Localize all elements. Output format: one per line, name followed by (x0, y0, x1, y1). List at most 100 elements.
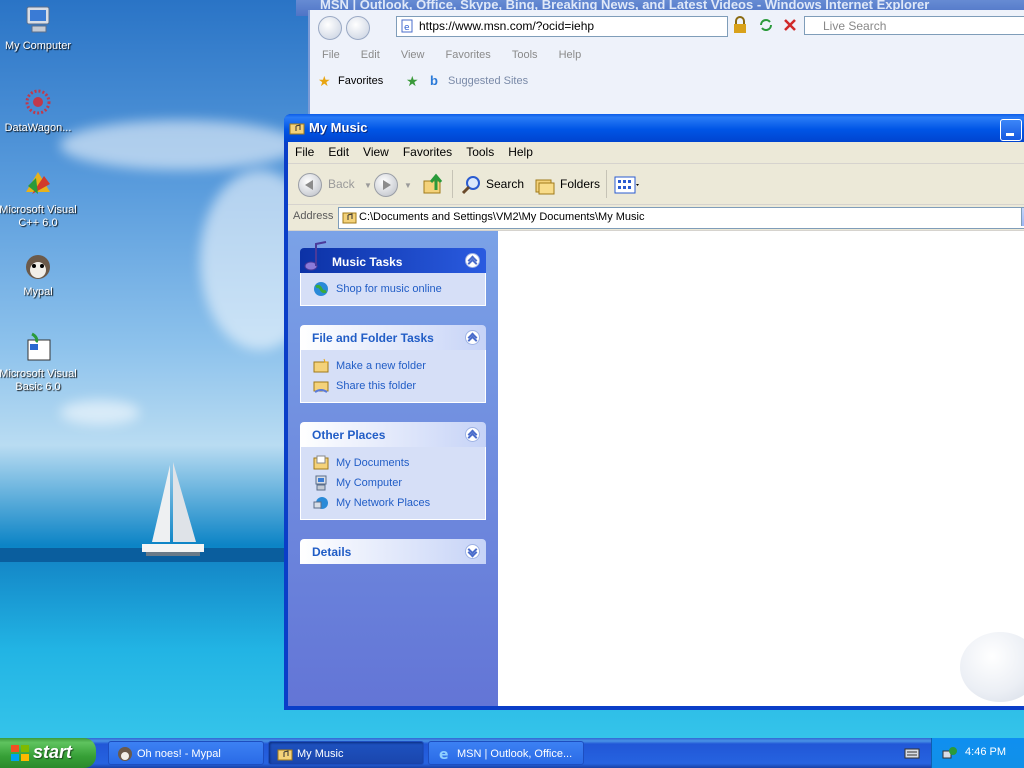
sailboat-image (142, 462, 204, 556)
visual-basic-icon (22, 332, 54, 364)
taskbar-button-label: My Music (297, 748, 344, 760)
search-label: Search (486, 177, 525, 191)
desktop-icon-mypal[interactable]: Mypal (0, 250, 78, 299)
taskbar-button-mypal[interactable]: Oh noes! - Mypal (108, 741, 264, 765)
mypal-icon (22, 250, 54, 282)
address-label: Address (293, 210, 334, 222)
my-music-window[interactable]: My Music File Edit View Favorites Tools Help … (284, 114, 1024, 710)
shop-for-music-link[interactable]: Shop for music online (301, 279, 485, 299)
back-label: Back (328, 177, 355, 191)
start-label: start (33, 742, 73, 762)
add-favorite-icon[interactable]: ★ (406, 73, 419, 90)
stop-icon[interactable] (780, 15, 800, 35)
desktop-icon-datawagon[interactable]: DataWagon... (0, 86, 78, 135)
title-bar[interactable]: My Music (284, 114, 1024, 142)
taskbar: start Oh noes! - Mypal My Music e MSN | … (0, 738, 1024, 768)
bing-icon: b (430, 73, 438, 88)
forward-arrow-icon (374, 172, 398, 197)
file-list-area[interactable] (498, 231, 1024, 706)
ie-back-button[interactable] (318, 16, 342, 40)
desktop-icon-label: Microsoft Visual C++ 6.0 (0, 204, 77, 229)
new-folder-icon (313, 358, 329, 373)
music-tasks-header[interactable]: Music Tasks (300, 241, 486, 273)
ie-forward-button[interactable] (346, 16, 370, 40)
ie-menu-tools[interactable]: Tools (512, 46, 538, 64)
keyboard-icon[interactable] (904, 746, 920, 760)
make-new-folder-link[interactable]: Make a new folder (301, 356, 485, 376)
link-label: My Documents (336, 457, 410, 469)
menu-view[interactable]: View (356, 142, 396, 162)
dropdown-arrow-icon: ▼ (404, 181, 412, 190)
refresh-icon[interactable] (756, 15, 776, 35)
collapse-chevron-icon[interactable] (465, 253, 480, 268)
music-note-icon (304, 241, 327, 271)
share-folder-link[interactable]: Share this folder (301, 376, 485, 396)
address-field[interactable]: C:\Documents and Settings\VM2\My Documen… (338, 207, 1024, 229)
back-button[interactable]: Back ▼ (298, 172, 372, 197)
minimize-button[interactable] (1000, 119, 1022, 141)
ie-favorites-button[interactable]: Favorites (338, 75, 383, 87)
watermark-bubble (960, 632, 1024, 702)
clock[interactable]: 4:46 PM (965, 746, 1006, 758)
ie-favorites-bar: ★ Favorites ★ b Suggested Sites (310, 70, 1024, 92)
visual-cpp-icon (22, 168, 54, 200)
address-bar: Address C:\Documents and Settings\VM2\My… (288, 205, 1024, 231)
toolbar-separator (452, 170, 453, 198)
network-icon[interactable] (942, 745, 958, 761)
ie-menu-file[interactable]: File (322, 46, 340, 64)
file-folder-tasks-header[interactable]: File and Folder Tasks (300, 325, 486, 350)
link-label: My Network Places (336, 497, 431, 509)
my-documents-icon (313, 455, 329, 470)
menu-tools[interactable]: Tools (459, 142, 501, 162)
menu-edit[interactable]: Edit (321, 142, 356, 162)
ie-menu-edit[interactable]: Edit (361, 46, 380, 64)
link-label: Share this folder (336, 380, 417, 392)
start-button[interactable]: start (0, 738, 96, 768)
desktop-icon-my-computer[interactable]: My Computer (0, 4, 78, 53)
dropdown-arrow-icon: ▼ (364, 181, 372, 190)
collapse-chevron-icon[interactable] (465, 330, 480, 345)
ie-suggested-sites[interactable]: Suggested Sites (448, 75, 528, 87)
back-arrow-icon (298, 172, 322, 197)
file-folder-tasks-panel: File and Folder Tasks Make a new folder … (300, 325, 486, 403)
taskbar-button-my-music[interactable]: My Music (268, 741, 424, 765)
menubar: File Edit View Favorites Tools Help (288, 142, 1024, 164)
my-network-places-link[interactable]: My Network Places (301, 493, 485, 513)
taskbar-button-msn[interactable]: e MSN | Outlook, Office... (428, 741, 584, 765)
desktop-icon-label: Mypal (23, 286, 53, 298)
lock-icon[interactable] (730, 15, 750, 35)
svg-text:e: e (439, 747, 449, 762)
share-folder-icon (313, 381, 329, 393)
folders-button[interactable]: Folders (534, 172, 600, 196)
ie-address-text: https://www.msn.com/?ocid=iehp (419, 19, 595, 33)
details-header[interactable]: Details (300, 539, 486, 564)
folders-label: Folders (560, 177, 601, 191)
window-body: File Edit View Favorites Tools Help Back ▼ ▼ … (288, 142, 1024, 706)
menu-help[interactable]: Help (501, 142, 540, 162)
menu-file[interactable]: File (288, 142, 321, 162)
collapse-chevron-icon[interactable] (465, 427, 480, 442)
views-button[interactable] (614, 172, 640, 196)
ie-menu-help[interactable]: Help (559, 46, 582, 64)
link-label: Shop for music online (336, 283, 442, 295)
my-documents-link[interactable]: My Documents (301, 453, 485, 473)
other-places-header[interactable]: Other Places (300, 422, 486, 447)
my-computer-link[interactable]: My Computer (301, 473, 485, 493)
ie-menu-view[interactable]: View (401, 46, 425, 64)
views-icon (614, 176, 639, 194)
ie-menu-favorites[interactable]: Favorites (446, 46, 491, 64)
globe-icon (314, 282, 328, 296)
page-icon: e (401, 19, 413, 33)
search-button[interactable]: Search (460, 172, 524, 196)
ie-address-field[interactable]: e https://www.msn.com/?ocid=iehp (396, 16, 728, 37)
expand-chevron-icon[interactable] (465, 544, 480, 559)
desktop-icon-visual-cpp[interactable]: Microsoft Visual C++ 6.0 (0, 168, 78, 230)
search-icon (461, 175, 480, 194)
menu-favorites[interactable]: Favorites (396, 142, 459, 162)
forward-button[interactable]: ▼ (374, 172, 412, 197)
desktop-icon-visual-basic[interactable]: Microsoft Visual Basic 6.0 (0, 332, 78, 394)
details-title: Details (312, 545, 352, 559)
up-folder-button[interactable] (422, 172, 446, 196)
music-folder-icon (277, 749, 293, 761)
ie-search-input[interactable]: Live Search (804, 16, 1024, 35)
